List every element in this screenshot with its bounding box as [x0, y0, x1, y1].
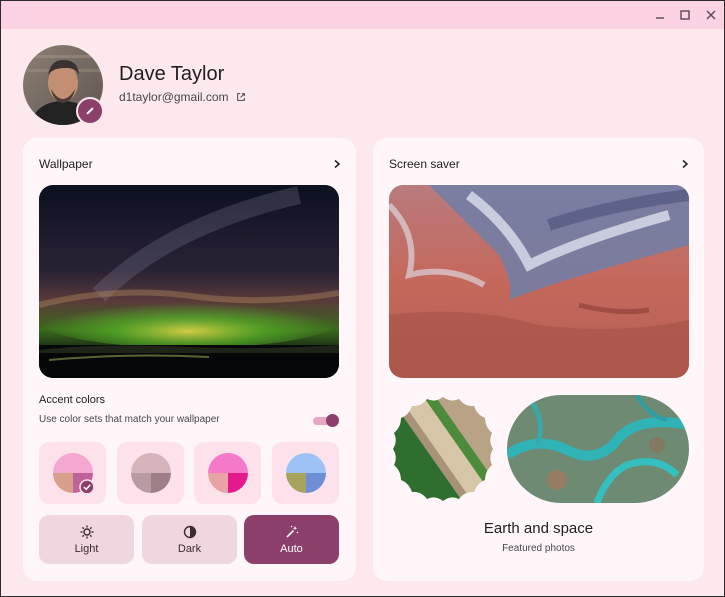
toggle-knob	[326, 414, 339, 427]
user-name: Dave Taylor	[119, 63, 225, 85]
collection-title: Earth and space	[483, 520, 594, 537]
aerial-fields-thumbnail[interactable]	[389, 395, 497, 503]
color-set-icon	[131, 453, 171, 493]
close-icon	[706, 10, 716, 20]
user-email-link[interactable]: d1taylor@gmail.com	[119, 90, 246, 104]
minimize-button[interactable]	[649, 5, 671, 25]
wallpaper-header[interactable]: Wallpaper	[39, 157, 342, 171]
wallpaper-card: Wallpaper Accent colors Use color sets t…	[23, 138, 356, 581]
wallpaper-preview[interactable]	[39, 185, 339, 378]
gear-sun-icon	[80, 525, 93, 538]
maximize-icon	[680, 10, 690, 20]
accent-swatch[interactable]	[117, 442, 184, 504]
personalization-window: Dave Taylor d1taylor@gmail.com Wallpaper	[0, 0, 725, 597]
screensaver-title: Screen saver	[389, 157, 460, 171]
auto-mode-button[interactable]: Auto	[244, 515, 339, 564]
screensaver-header[interactable]: Screen saver	[389, 157, 690, 171]
wallpaper-image	[39, 185, 339, 378]
wallpaper-title: Wallpaper	[39, 157, 93, 171]
accent-swatch[interactable]	[39, 442, 106, 504]
screensaver-preview[interactable]	[389, 185, 689, 378]
minimize-icon	[656, 17, 664, 19]
magic-wand-icon	[285, 525, 298, 538]
collection-subtitle: Featured photos	[502, 543, 575, 554]
title-bar	[1, 1, 724, 29]
user-email: d1taylor@gmail.com	[119, 90, 229, 104]
open-external-icon	[236, 93, 245, 101]
screensaver-card: Screen saver Earth and space Featured ph…	[373, 138, 704, 581]
aerial-river-thumbnail[interactable]	[507, 395, 689, 503]
dark-mode-label: Dark	[177, 542, 202, 555]
edit-avatar-button[interactable]	[76, 97, 104, 125]
accent-swatch[interactable]	[272, 442, 339, 504]
auto-mode-label: Auto	[280, 542, 303, 555]
half-circle-icon	[183, 525, 196, 538]
chevron-right-icon	[682, 159, 689, 169]
accent-swatch[interactable]	[194, 442, 261, 504]
color-set-icon	[286, 453, 326, 493]
light-mode-button[interactable]: Light	[39, 515, 134, 564]
color-set-icon	[208, 453, 248, 493]
close-button[interactable]	[700, 5, 722, 25]
light-mode-label: Light	[74, 542, 99, 555]
selected-check-badge	[79, 479, 93, 493]
pencil-icon	[86, 107, 94, 115]
aerial-river-image	[507, 395, 689, 503]
maximize-button[interactable]	[674, 5, 696, 25]
accent-colors-subtitle: Use color sets that match your wallpaper	[39, 414, 220, 425]
accent-match-toggle[interactable]	[313, 414, 339, 428]
accent-colors-title: Accent colors	[39, 394, 106, 406]
color-set-icon	[53, 453, 93, 493]
screensaver-image	[389, 185, 689, 378]
dark-mode-button[interactable]: Dark	[142, 515, 237, 564]
chevron-right-icon	[334, 159, 341, 169]
